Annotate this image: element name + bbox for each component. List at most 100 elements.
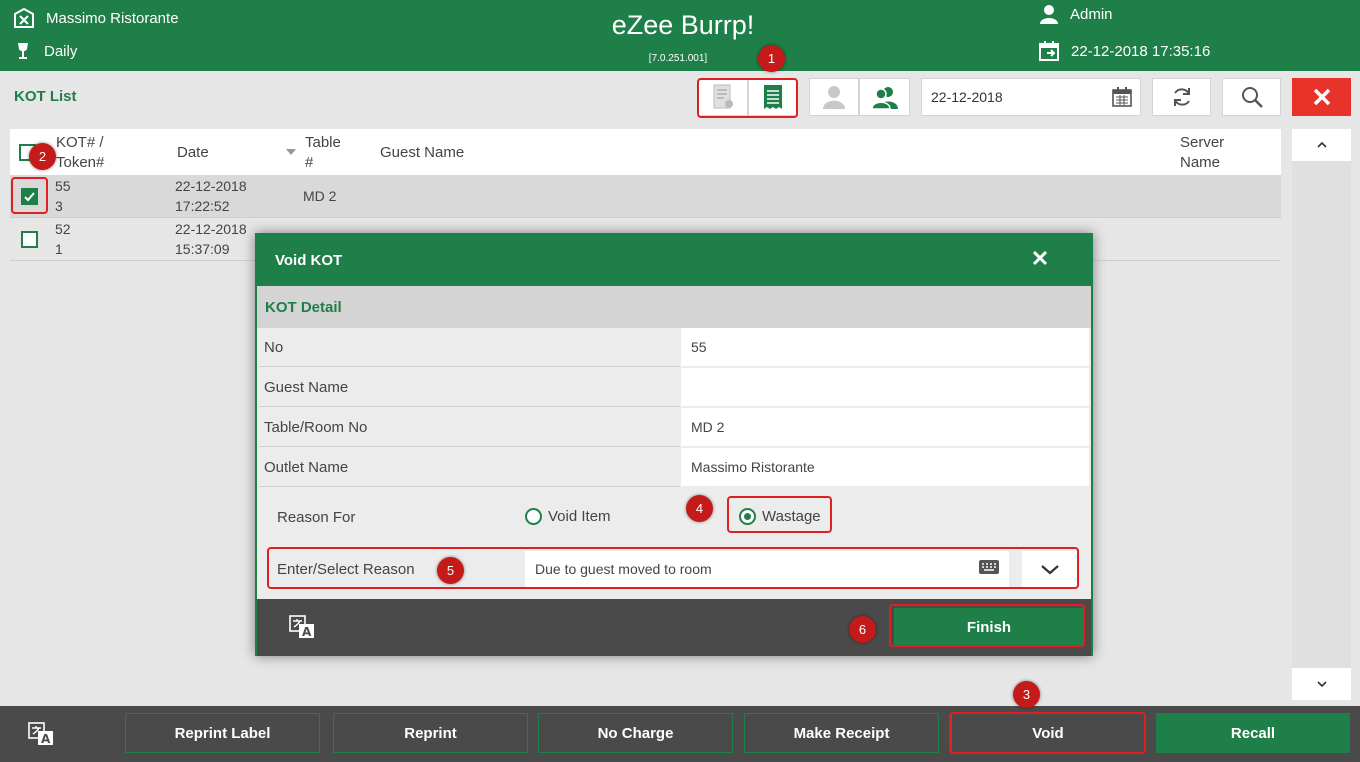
list-scrollbar[interactable]	[1292, 129, 1351, 700]
kot-list-view-button[interactable]	[748, 78, 797, 116]
row-date: 22-12-2018	[175, 178, 247, 194]
chevron-down-icon	[1040, 564, 1059, 574]
row-kot-number: 52	[55, 221, 71, 237]
column-date[interactable]: Date	[177, 143, 209, 163]
callout-badge: 5	[437, 557, 464, 584]
refresh-icon	[1173, 88, 1190, 106]
row-kot-token: 55 3	[55, 176, 71, 216]
user-indicator[interactable]: Admin	[1040, 4, 1113, 24]
detail-label: No	[259, 328, 680, 367]
datetime-indicator: 22-12-2018 17:35:16	[1039, 41, 1210, 61]
make-receipt-button[interactable]: Make Receipt	[744, 713, 939, 753]
group-guest-filter-button[interactable]	[859, 78, 910, 116]
reason-label: Enter/Select Reason	[277, 561, 415, 578]
radio-wastage-indicator[interactable]	[739, 508, 756, 525]
reason-for-label: Reason For	[277, 509, 356, 526]
language-icon[interactable]: A	[289, 615, 315, 639]
wastage-radio[interactable]: Wastage	[739, 508, 821, 525]
table-header: KOT# / Token# Date Table # Guest Name Se…	[10, 129, 1281, 175]
row-kot-number: 55	[55, 178, 71, 194]
date-filter-field[interactable]: 22-12-2018	[921, 78, 1141, 116]
column-kot-label: KOT# /	[56, 134, 104, 151]
detail-label: Outlet Name	[259, 448, 680, 487]
void-button[interactable]: Void	[951, 713, 1145, 753]
single-guest-icon	[823, 86, 845, 109]
keyboard-icon[interactable]	[979, 560, 999, 574]
refresh-button[interactable]	[1152, 78, 1211, 116]
void-kot-icon	[713, 84, 733, 109]
callout-badge: 4	[686, 495, 713, 522]
detail-value: 55	[681, 328, 1089, 366]
detail-value	[681, 368, 1089, 406]
void-kot-view-button[interactable]	[698, 78, 748, 116]
kot-list-icon	[763, 85, 782, 109]
column-server-name-label: Name	[1180, 154, 1221, 171]
reprint-label-button[interactable]: Reprint Label	[125, 713, 320, 753]
dialog-close-button[interactable]	[1031, 249, 1049, 272]
search-icon	[1241, 87, 1263, 108]
column-table-number-label: #	[305, 154, 314, 171]
single-guest-filter-button[interactable]	[809, 78, 859, 116]
page-title: KOT List	[14, 88, 77, 105]
kot-detail-section: KOT Detail	[257, 286, 1091, 328]
close-icon	[1313, 88, 1330, 106]
dialog-title: Void KOT	[275, 252, 343, 269]
row-date: 22-12-2018	[175, 221, 247, 237]
column-table[interactable]: Table #	[305, 133, 341, 173]
calendar-icon[interactable]	[1112, 87, 1132, 107]
reason-dropdown-button[interactable]	[1022, 551, 1077, 587]
recall-button[interactable]: Recall	[1156, 713, 1350, 753]
detail-row-guest-name: Guest Name	[259, 368, 1091, 408]
detail-value: Massimo Ristorante	[681, 448, 1089, 486]
column-server-name[interactable]: Server Name	[1180, 133, 1224, 173]
table-row[interactable]: 55 3 22-12-2018 17:22:52 MD 2	[10, 175, 1281, 218]
callout-badge: 2	[29, 143, 56, 170]
user-icon	[1040, 5, 1058, 24]
detail-value: MD 2	[681, 408, 1089, 446]
date-filter-value: 22-12-2018	[931, 89, 1003, 105]
detail-row-table-room: Table/Room No MD 2	[259, 408, 1091, 448]
column-token-label: Token#	[56, 154, 105, 171]
callout-badge: 6	[849, 616, 876, 643]
row-checkbox[interactable]	[21, 188, 38, 205]
current-datetime: 22-12-2018 17:35:16	[1071, 42, 1211, 60]
callout-badge: 1	[758, 45, 785, 72]
column-guest-name[interactable]: Guest Name	[380, 143, 464, 163]
detail-label: Guest Name	[259, 368, 680, 407]
language-icon[interactable]: A	[28, 722, 54, 746]
column-kot-token[interactable]: KOT# / Token#	[56, 133, 104, 173]
scroll-down-button[interactable]	[1292, 668, 1351, 700]
void-item-radio[interactable]: Void Item	[525, 508, 611, 525]
row-checkbox[interactable]	[21, 231, 38, 248]
user-name: Admin	[1070, 5, 1113, 23]
void-kot-dialog: Void KOT KOT Detail No 55 Guest Name Tab…	[255, 233, 1093, 656]
row-kot-token: 52 1	[55, 219, 71, 259]
sort-down-icon[interactable]	[286, 149, 296, 155]
row-token-number: 3	[55, 198, 63, 214]
column-server-label: Server	[1180, 134, 1225, 151]
detail-label: Table/Room No	[259, 408, 680, 447]
svg-text:A: A	[302, 625, 312, 639]
close-icon	[1032, 250, 1048, 266]
group-guest-icon	[871, 87, 898, 109]
chevron-up-icon	[1316, 142, 1327, 148]
finish-button[interactable]: Finish	[894, 608, 1084, 646]
reason-input[interactable]: Due to guest moved to room	[525, 551, 1009, 587]
reprint-button[interactable]: Reprint	[333, 713, 528, 753]
chevron-down-icon	[1316, 681, 1327, 687]
calendar-icon	[1039, 41, 1059, 61]
column-table-label: Table	[305, 134, 341, 151]
detail-row-no: No 55	[259, 328, 1091, 368]
row-time: 15:37:09	[175, 241, 230, 257]
row-token-number: 1	[55, 241, 63, 257]
search-button[interactable]	[1222, 78, 1281, 116]
void-item-label: Void Item	[548, 508, 611, 525]
close-screen-button[interactable]	[1292, 78, 1351, 116]
radio-void-item-indicator[interactable]	[525, 508, 542, 525]
row-datetime: 22-12-2018 15:37:09	[175, 219, 247, 259]
no-charge-button[interactable]: No Charge	[538, 713, 733, 753]
reason-input-row: Enter/Select Reason Due to guest moved t…	[269, 549, 1079, 589]
dialog-footer: A Finish	[257, 599, 1091, 656]
row-table: MD 2	[303, 188, 337, 204]
scroll-up-button[interactable]	[1292, 129, 1351, 161]
